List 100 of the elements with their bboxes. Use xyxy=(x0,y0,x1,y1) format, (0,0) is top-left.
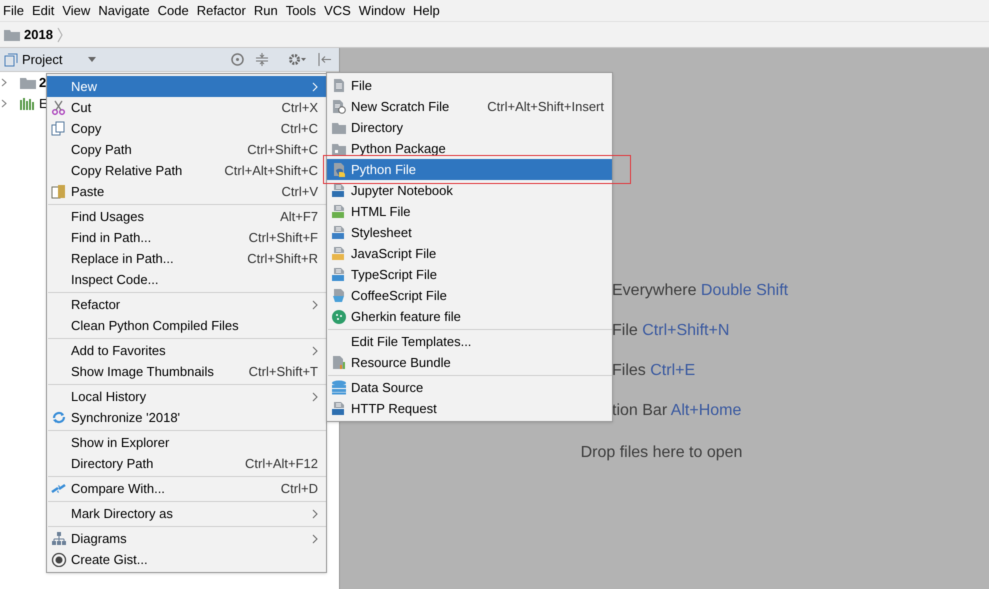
menu-bar-item[interactable]: Edit xyxy=(28,0,58,20)
menu-bar-item[interactable]: View xyxy=(59,0,94,20)
menu-item-label: Data Source xyxy=(351,378,424,397)
menu-item[interactable]: Paste Ctrl+V xyxy=(47,181,326,202)
menu-item[interactable]: Copy Relative Path Ctrl+Alt+Shift+C xyxy=(47,160,326,181)
menu-item[interactable]: Compare With... Ctrl+D xyxy=(47,478,326,499)
menu-item[interactable]: HTTP Request xyxy=(327,398,612,419)
crosshair-icon[interactable] xyxy=(231,53,244,66)
menu-item[interactable]: Find Usages Alt+F7 xyxy=(47,206,326,227)
menu-item[interactable]: TypeScript File xyxy=(327,264,612,285)
menu-item-label: TypeScript File xyxy=(351,266,437,284)
project-icon xyxy=(4,52,18,66)
menu-item[interactable]: JavaScript File xyxy=(327,243,612,264)
menu-item[interactable]: Clean Python Compiled Files xyxy=(47,315,326,336)
menu-item-label: Diagrams xyxy=(71,530,127,548)
menu-item[interactable]: Show in Explorer xyxy=(47,432,326,453)
hide-panel-icon[interactable] xyxy=(318,53,331,66)
menu-bar-item[interactable]: Run xyxy=(250,0,281,20)
menu-item[interactable]: Find in Path... Ctrl+Shift+F xyxy=(47,227,326,248)
folder-icon xyxy=(331,120,347,135)
menu-item[interactable]: Gherkin feature file xyxy=(327,306,612,327)
menu-bar-item[interactable]: Code xyxy=(154,0,192,20)
dropdown-caret-icon[interactable] xyxy=(88,57,96,62)
scratch-file-icon xyxy=(331,99,347,114)
shortcut-label: Ctrl+Alt+Shift+C xyxy=(224,162,318,180)
shortcut-label: Ctrl+Shift+C xyxy=(247,140,318,159)
menu-item[interactable]: Mark Directory as xyxy=(47,503,326,524)
menu-item[interactable]: File xyxy=(327,75,612,96)
menu-item[interactable]: Show Image Thumbnails Ctrl+Shift+T xyxy=(47,361,326,382)
menu-item-label: Python File xyxy=(351,160,416,179)
menu-bar-item[interactable]: File xyxy=(0,0,27,20)
drop-hint: Drop files here to open xyxy=(580,443,742,463)
editor-hint: Files Ctrl+E xyxy=(612,361,696,381)
menu-item-label: Resource Bundle xyxy=(351,354,451,372)
menu-item[interactable]: Local History xyxy=(47,386,326,407)
menu-item[interactable]: Refactor xyxy=(47,294,326,315)
chevron-icon xyxy=(56,26,63,42)
menu-item[interactable]: Directory xyxy=(327,117,612,138)
python-file-icon xyxy=(331,162,347,177)
settings-icon[interactable] xyxy=(288,53,306,66)
menu-item[interactable]: New Scratch File Ctrl+Alt+Shift+Insert xyxy=(327,96,612,117)
menu-item[interactable]: Diagrams xyxy=(47,528,326,549)
menu-item[interactable]: Python File xyxy=(327,159,612,180)
menu-item[interactable]: Create Gist... xyxy=(47,549,326,570)
compare-icon xyxy=(51,481,67,496)
menu-item-label: Directory Path xyxy=(71,454,154,473)
breadcrumb-item[interactable]: 2018 xyxy=(24,24,53,44)
notebook-file-icon xyxy=(331,183,347,198)
menu-item-label: Gherkin feature file xyxy=(351,308,461,326)
editor-hint: tion Bar Alt+Home xyxy=(612,401,742,421)
menu-bar-item[interactable]: Window xyxy=(356,0,408,20)
menu-item-label: Find in Path... xyxy=(71,228,152,247)
shortcut-label: Ctrl+V xyxy=(282,182,318,201)
menu-bar-item[interactable]: Refactor xyxy=(194,0,249,20)
menu-item[interactable]: Resource Bundle xyxy=(327,352,612,373)
menu-item[interactable]: Stylesheet xyxy=(327,222,612,243)
menu-item[interactable]: Add to Favorites xyxy=(47,340,326,361)
menu-item[interactable]: Cut Ctrl+X xyxy=(47,97,326,118)
menu-bar-item[interactable]: Help xyxy=(410,0,443,20)
menu-item[interactable]: HTML File xyxy=(327,201,612,222)
shortcut-label: Ctrl+D xyxy=(280,480,318,498)
menu-item-label: CoffeeScript File xyxy=(351,286,447,305)
menu-item[interactable]: Copy Ctrl+C xyxy=(47,118,326,139)
library-icon xyxy=(20,98,36,110)
menu-item[interactable]: CoffeeScript File xyxy=(327,285,612,306)
coffee-cup-icon xyxy=(331,288,347,303)
menu-item-label: File xyxy=(351,76,372,95)
menu-item-label: Clean Python Compiled Files xyxy=(71,316,239,335)
menu-item[interactable]: Python Package xyxy=(327,138,612,159)
menu-item[interactable]: New xyxy=(47,76,326,97)
menu-item-label: Inspect Code... xyxy=(71,270,158,289)
css-file-icon xyxy=(331,225,347,240)
menu-item-label: New xyxy=(71,78,98,96)
menu-item-label: Copy xyxy=(71,120,102,138)
menu-bar-item[interactable]: Navigate xyxy=(95,0,153,20)
menu-item-label: Refactor xyxy=(71,296,120,314)
menu-bar-item[interactable]: Tools xyxy=(282,0,320,20)
file-icon xyxy=(331,78,347,93)
menu-item[interactable]: Directory Path Ctrl+Alt+F12 xyxy=(47,453,326,474)
collapse-icon[interactable] xyxy=(256,53,268,66)
menu-item-label: Synchronize '2018' xyxy=(71,408,180,427)
menu-item-label: Mark Directory as xyxy=(71,504,173,523)
menu-item[interactable]: Synchronize '2018' xyxy=(47,407,326,428)
menu-item[interactable]: Data Source xyxy=(327,377,612,398)
database-icon xyxy=(331,380,347,395)
html-file-icon xyxy=(331,204,347,219)
menu-item[interactable]: Jupyter Notebook xyxy=(327,180,612,201)
shortcut-label: Ctrl+C xyxy=(280,120,318,138)
tree-item[interactable]: 2 xyxy=(39,72,46,92)
menu-item[interactable]: Inspect Code... xyxy=(47,269,326,290)
menu-item-label: Edit File Templates... xyxy=(351,332,472,351)
paste-icon xyxy=(51,184,67,199)
menu-item[interactable]: Copy Path Ctrl+Shift+C xyxy=(47,139,326,160)
menu-bar-item[interactable]: VCS xyxy=(321,0,354,20)
menu-item[interactable]: Edit File Templates... xyxy=(327,331,612,352)
shortcut-label: Ctrl+X xyxy=(282,98,318,117)
menu-item-label: New Scratch File xyxy=(351,98,450,116)
menu-item[interactable]: Replace in Path... Ctrl+Shift+R xyxy=(47,248,326,269)
panel-title[interactable]: Project xyxy=(22,50,84,70)
menu-item-label: Cut xyxy=(71,98,92,117)
